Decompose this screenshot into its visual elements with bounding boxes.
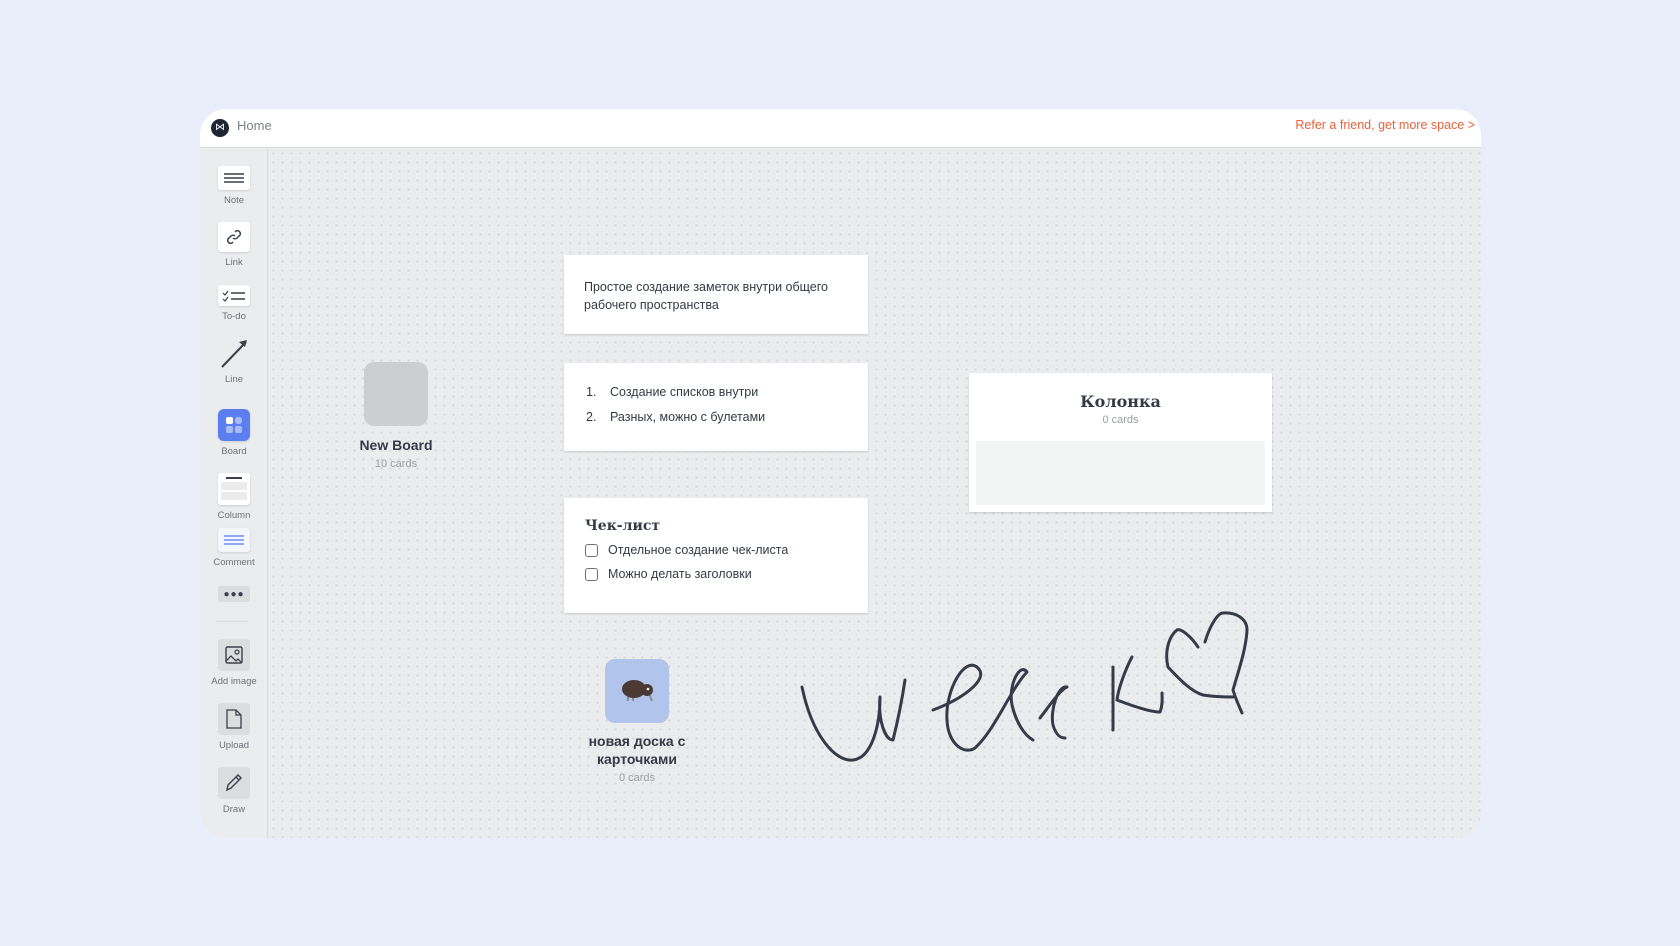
tool-label: Line bbox=[225, 374, 243, 385]
app-window: ⋈ Home Refer a friend, get more space > … bbox=[200, 109, 1481, 838]
tool-link[interactable]: Link bbox=[200, 222, 268, 268]
refer-friend-link[interactable]: Refer a friend, get more space > bbox=[1295, 118, 1475, 132]
file-icon bbox=[218, 703, 250, 735]
tool-label: Add image bbox=[211, 676, 257, 687]
toolbar-sidebar: Note Link To-do Line Board Column Commen… bbox=[200, 149, 268, 838]
app-logo-icon[interactable]: ⋈ bbox=[211, 119, 229, 137]
tool-draw[interactable]: Draw bbox=[200, 767, 268, 815]
note-icon bbox=[218, 166, 250, 190]
comment-icon bbox=[218, 528, 250, 552]
tool-comment[interactable]: Comment bbox=[200, 528, 268, 568]
breadcrumb-home[interactable]: Home bbox=[237, 118, 272, 133]
tool-label: Link bbox=[225, 257, 243, 268]
tool-label: Comment bbox=[213, 557, 255, 568]
tool-add-image[interactable]: Add image bbox=[200, 639, 268, 687]
link-icon bbox=[218, 222, 250, 252]
tool-label: Upload bbox=[218, 740, 250, 751]
board-icon bbox=[218, 409, 250, 441]
tool-todo[interactable]: To-do bbox=[200, 285, 268, 322]
more-dots-icon: ●●● bbox=[218, 586, 250, 602]
pencil-icon bbox=[218, 767, 250, 799]
column-icon bbox=[218, 473, 250, 505]
arrow-line-icon bbox=[200, 337, 268, 369]
board-canvas[interactable]: New Board 10 cards Простое создание заме… bbox=[269, 149, 1481, 838]
tool-label: Board bbox=[221, 446, 247, 457]
top-bar: ⋈ Home Refer a friend, get more space > bbox=[200, 109, 1481, 148]
tool-label: Draw bbox=[222, 804, 246, 815]
handwritten-drawing[interactable] bbox=[269, 149, 1481, 838]
image-icon bbox=[218, 639, 250, 671]
tool-label: Note bbox=[223, 195, 245, 206]
divider bbox=[216, 621, 248, 622]
tool-upload[interactable]: Upload bbox=[200, 703, 268, 751]
tool-column[interactable]: Column bbox=[200, 473, 268, 521]
tool-line[interactable]: Line bbox=[200, 337, 268, 385]
more-tools-button[interactable]: ●●● bbox=[200, 586, 268, 602]
tool-board[interactable]: Board bbox=[200, 409, 268, 457]
tool-note[interactable]: Note bbox=[200, 166, 268, 206]
tool-label: Column bbox=[217, 510, 251, 521]
tool-label: To-do bbox=[222, 311, 246, 322]
todo-icon bbox=[218, 285, 250, 306]
